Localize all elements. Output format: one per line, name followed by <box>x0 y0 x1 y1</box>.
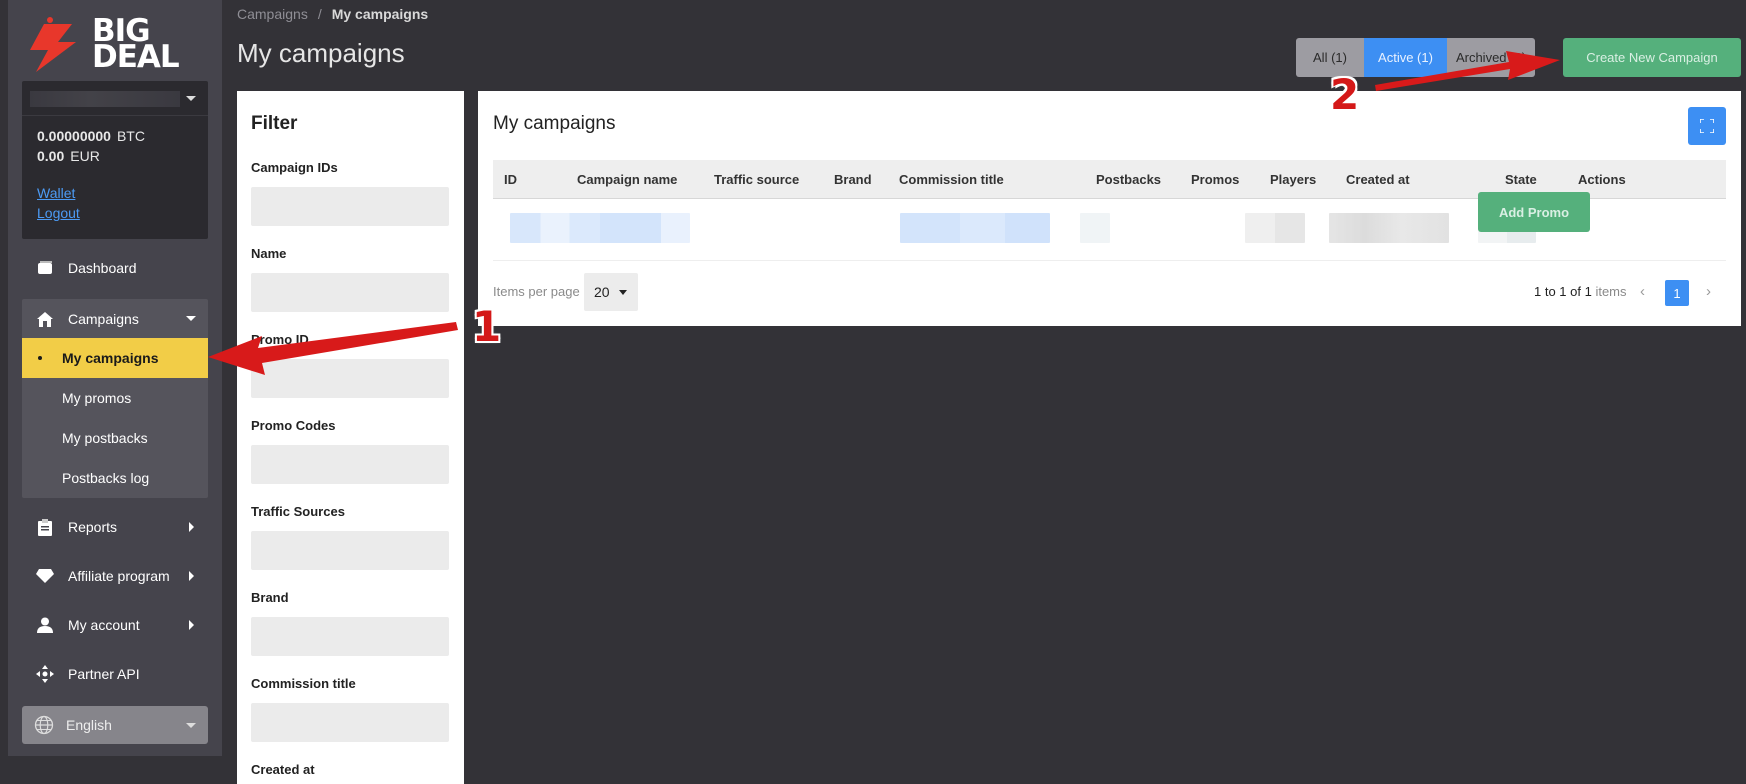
chevron-down-icon <box>186 316 196 321</box>
chevron-down-icon <box>186 723 196 728</box>
col-id[interactable]: ID <box>504 172 517 187</box>
col-actions: Actions <box>1578 172 1626 187</box>
filter-title: Filter <box>251 113 298 134</box>
balance-btc: 0.00000000 BTC <box>37 128 145 144</box>
pagination-range: 1 to 1 of 1 items <box>1534 284 1627 299</box>
items-per-page-label: Items per page <box>493 284 580 299</box>
language-label: English <box>66 717 112 733</box>
page-1-button[interactable]: 1 <box>1665 280 1689 306</box>
breadcrumb: Campaigns / My campaigns <box>237 6 429 22</box>
col-campaign-name[interactable]: Campaign name <box>577 172 677 187</box>
sidebar: BIG DEAL 0.00000000 BTC 0.00 EUR Wallet Lo… <box>8 0 222 756</box>
language-select[interactable]: English <box>22 706 208 744</box>
breadcrumb-campaigns[interactable]: Campaigns <box>237 6 308 22</box>
add-promo-button[interactable]: Add Promo <box>1478 192 1590 232</box>
fullscreen-button[interactable] <box>1688 107 1726 145</box>
filter-label-created-at: Created at <box>251 762 315 777</box>
sidebar-item-my-campaigns[interactable]: My campaigns <box>22 338 208 378</box>
balance-eur: 0.00 EUR <box>37 148 100 164</box>
col-state[interactable]: State <box>1505 172 1537 187</box>
masked-cell-postbacks <box>1080 213 1110 243</box>
diamond-icon <box>36 567 54 585</box>
campaigns-group: Campaigns My campaigns My promos My post… <box>22 299 208 498</box>
col-postbacks[interactable]: Postbacks <box>1096 172 1161 187</box>
sidebar-item-postbacks-log[interactable]: Postbacks log <box>22 458 208 498</box>
chevron-down-icon <box>186 96 196 101</box>
clipboard-icon <box>36 518 54 536</box>
user-icon <box>36 616 54 634</box>
sidebar-item-my-account[interactable]: My account <box>22 605 208 645</box>
page-title: My campaigns <box>237 38 405 68</box>
filter-label-name: Name <box>251 246 287 261</box>
breadcrumb-current: My campaigns <box>331 6 429 22</box>
col-brand[interactable]: Brand <box>834 172 872 187</box>
tab-archived[interactable]: Archived (0) <box>1447 38 1535 77</box>
create-campaign-button[interactable]: Create New Campaign <box>1563 38 1741 77</box>
sidebar-item-label: Affiliate program <box>68 568 170 584</box>
sidebar-item-my-promos[interactable]: My promos <box>22 378 208 418</box>
col-promos[interactable]: Promos <box>1191 172 1239 187</box>
col-traffic-source[interactable]: Traffic source <box>714 172 799 187</box>
logo-text: BIG DEAL <box>92 13 180 75</box>
filter-label-campaign-ids: Campaign IDs <box>251 160 338 175</box>
filter-label-brand: Brand <box>251 590 289 605</box>
col-players[interactable]: Players <box>1270 172 1316 187</box>
col-commission-title[interactable]: Commission title <box>899 172 1004 187</box>
masked-cell-players <box>1245 213 1305 243</box>
lightning-logo-icon <box>30 17 76 72</box>
sidebar-item-label: Reports <box>68 519 118 535</box>
campaigns-panel: My campaigns ID Campaign name Traffic so… <box>478 91 1741 326</box>
wallet-link[interactable]: Wallet <box>37 185 75 201</box>
sidebar-item-label: Campaigns <box>68 311 139 327</box>
home-icon <box>36 310 54 328</box>
filter-panel: Filter Campaign IDs Name Promo ID Promo … <box>237 91 464 784</box>
annotation-step-1: 1 <box>472 302 502 351</box>
sidebar-item-my-postbacks[interactable]: My postbacks <box>22 418 208 458</box>
account-select[interactable] <box>22 81 208 116</box>
chevron-right-icon <box>189 571 194 581</box>
globe-icon <box>34 715 54 735</box>
masked-cell-commission <box>900 213 1050 243</box>
logout-link[interactable]: Logout <box>37 205 80 221</box>
chevron-down-icon <box>619 290 627 295</box>
sidebar-item-affiliate[interactable]: Affiliate program <box>22 556 208 596</box>
masked-cell-created-at <box>1329 213 1449 243</box>
tab-active[interactable]: Active (1) <box>1364 38 1447 77</box>
move-arrows-icon <box>36 665 54 683</box>
promo-codes-input[interactable] <box>251 445 449 484</box>
chevron-right-icon <box>189 620 194 630</box>
sidebar-item-reports[interactable]: Reports <box>22 507 208 547</box>
chevron-right-icon <box>189 522 194 532</box>
dashboard-icon <box>36 259 54 277</box>
expand-icon <box>1700 119 1714 133</box>
filter-label-promo-id: Promo ID <box>251 332 309 347</box>
filter-label-commission-title: Commission title <box>251 676 356 691</box>
panel-title: My campaigns <box>493 113 616 134</box>
sidebar-item-dashboard[interactable]: Dashboard <box>22 248 208 288</box>
sidebar-item-label: Dashboard <box>68 260 137 276</box>
name-input[interactable] <box>251 273 449 312</box>
sidebar-item-campaigns[interactable]: Campaigns <box>22 299 208 339</box>
filter-label-promo-codes: Promo Codes <box>251 418 336 433</box>
campaign-ids-input[interactable] <box>251 187 449 226</box>
promo-id-input[interactable] <box>251 359 449 398</box>
filter-label-traffic-sources: Traffic Sources <box>251 504 345 519</box>
masked-account-name <box>30 91 180 107</box>
account-box: 0.00000000 BTC 0.00 EUR Wallet Logout <box>22 81 208 239</box>
items-per-page-select[interactable]: 20 <box>584 273 638 311</box>
brand-input[interactable] <box>251 617 449 656</box>
col-created-at[interactable]: Created at <box>1346 172 1410 187</box>
sidebar-item-label: Partner API <box>68 666 140 682</box>
prev-page-icon[interactable]: ‹ <box>1640 283 1645 300</box>
commission-title-input[interactable] <box>251 703 449 742</box>
big-deal-logo[interactable]: BIG DEAL <box>22 14 217 74</box>
traffic-sources-input[interactable] <box>251 531 449 570</box>
masked-cell-id-name <box>510 213 690 243</box>
sidebar-item-partner-api[interactable]: Partner API <box>22 654 208 694</box>
next-page-icon[interactable]: › <box>1706 283 1711 300</box>
annotation-step-2: 2 <box>1330 70 1360 119</box>
sidebar-item-label: My account <box>68 617 140 633</box>
